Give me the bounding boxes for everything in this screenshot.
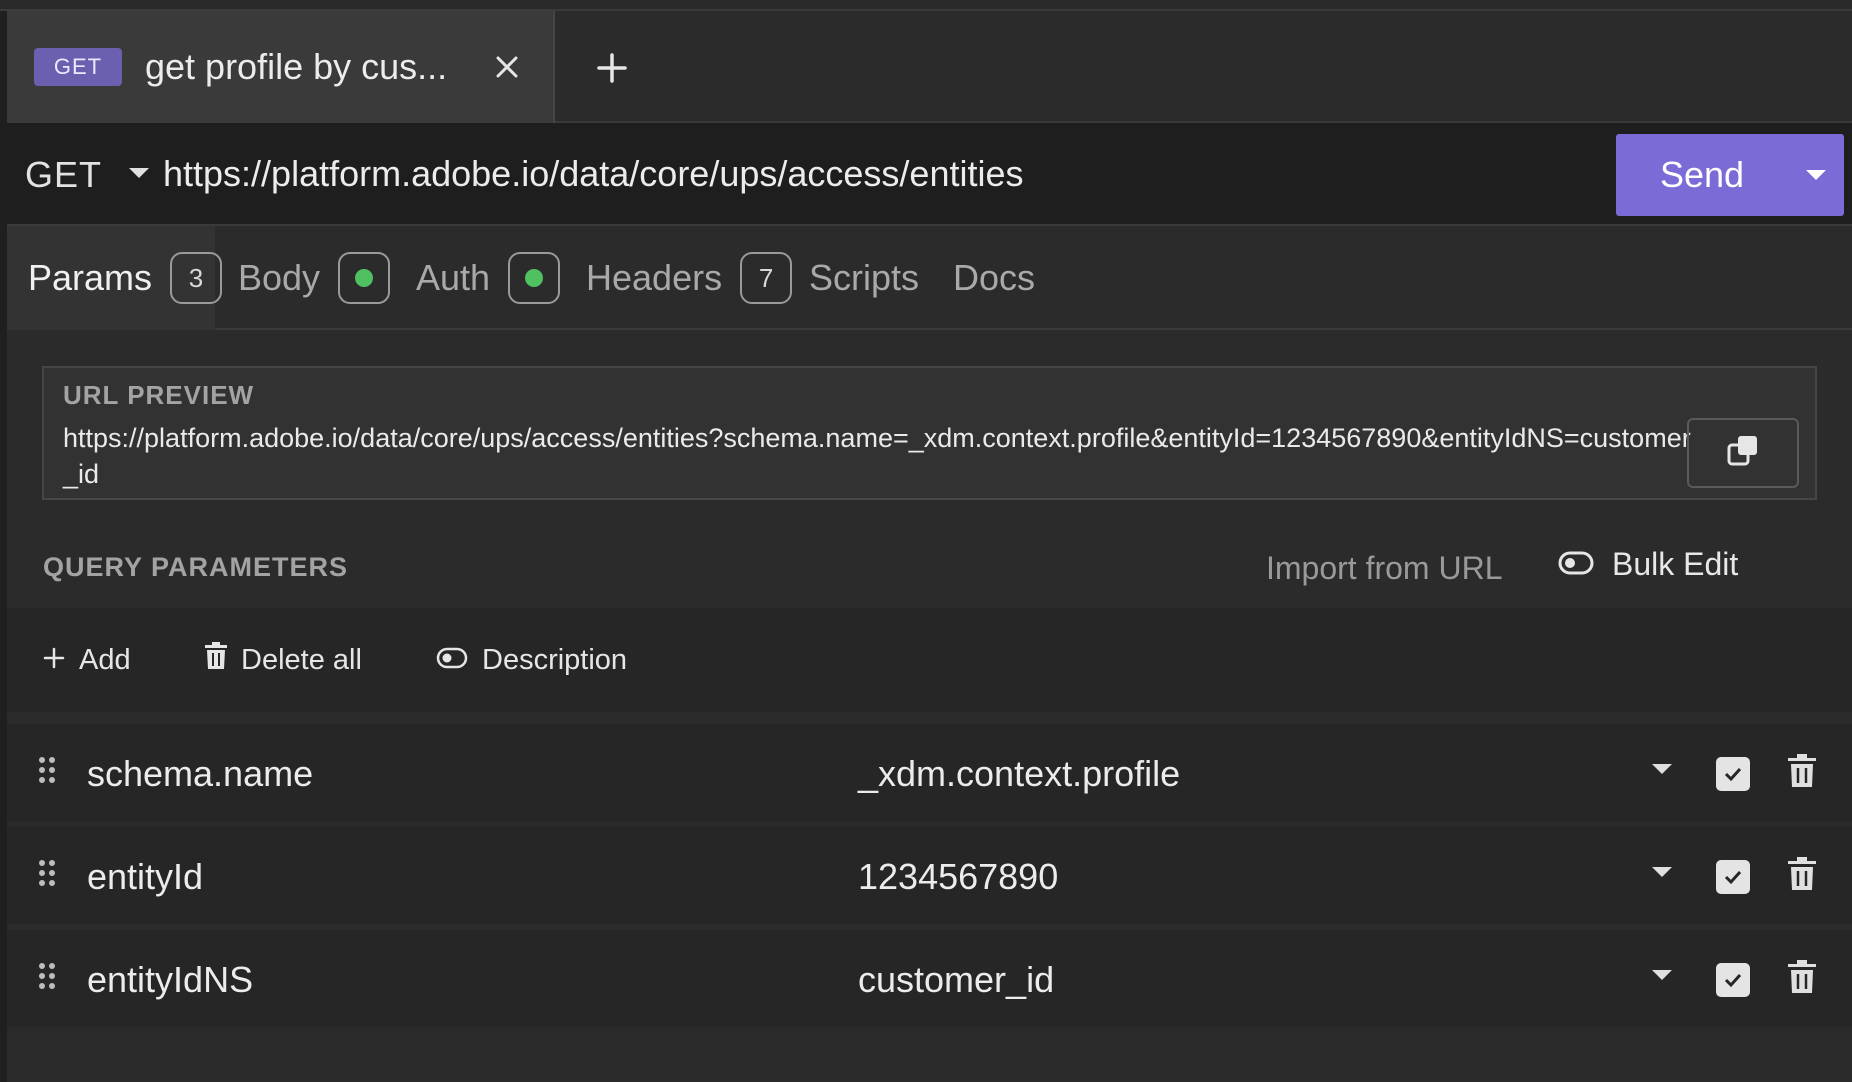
- description-label: Description: [482, 643, 628, 676]
- url-preview-label: URL PREVIEW: [63, 380, 255, 410]
- add-label: Add: [79, 643, 131, 676]
- tab-bar: GET get profile by cus...: [7, 11, 1852, 123]
- param-key-input[interactable]: entityId: [87, 827, 707, 927]
- param-value-input[interactable]: 1234567890: [858, 827, 1598, 927]
- param-key-input[interactable]: entityIdNS: [87, 930, 707, 1030]
- tab-label: Auth: [416, 257, 491, 298]
- caret-down-icon[interactable]: [1651, 865, 1673, 884]
- url-bar: GET Send: [7, 123, 1852, 226]
- caret-down-icon[interactable]: [1651, 762, 1673, 781]
- url-preview-text: https://platform.adobe.io/data/core/ups/…: [63, 423, 1691, 489]
- caret-down-icon: [128, 166, 150, 185]
- headers-count-badge: 7: [740, 252, 793, 304]
- tab-scripts[interactable]: Scripts: [809, 226, 919, 330]
- drag-handle-icon[interactable]: [37, 756, 57, 789]
- tab-label: Scripts: [809, 257, 920, 298]
- param-enabled-checkbox[interactable]: [1716, 860, 1750, 894]
- left-edge: [0, 11, 7, 1082]
- plus-icon: [43, 644, 65, 677]
- drag-handle-icon[interactable]: [37, 859, 57, 892]
- auth-status-badge: [508, 252, 561, 304]
- request-tab[interactable]: GET get profile by cus...: [7, 11, 555, 123]
- window-top-strip: [0, 0, 1852, 11]
- param-row: entityId 1234567890: [7, 824, 1852, 924]
- add-param-button[interactable]: Add: [43, 608, 131, 712]
- tab-label: Headers: [586, 257, 723, 298]
- param-key-input[interactable]: schema.name: [87, 724, 707, 824]
- params-count-badge: 3: [170, 252, 223, 304]
- trash-icon[interactable]: [1788, 960, 1816, 999]
- copy-button[interactable]: [1687, 418, 1799, 488]
- status-dot: [355, 269, 374, 287]
- param-value-input[interactable]: _xdm.context.profile: [858, 724, 1598, 824]
- tab-method-badge: GET: [34, 48, 122, 86]
- tab-label: Docs: [953, 257, 1036, 298]
- trash-icon[interactable]: [1788, 754, 1816, 793]
- caret-down-icon[interactable]: [1788, 134, 1844, 216]
- description-toggle[interactable]: Description: [436, 608, 627, 712]
- caret-down-icon[interactable]: [1651, 968, 1673, 987]
- params-toolbar: Add Delete all Description: [7, 608, 1852, 712]
- param-enabled-checkbox[interactable]: [1716, 757, 1750, 791]
- param-value-input[interactable]: customer_id: [858, 930, 1598, 1030]
- trash-icon: [205, 642, 227, 678]
- status-dot: [525, 269, 544, 287]
- request-tabs: Params 3 Body Auth Headers 7 Scripts Doc…: [7, 226, 1852, 330]
- import-from-url-button[interactable]: Import from URL: [1266, 550, 1502, 587]
- method-select[interactable]: GET: [25, 147, 150, 203]
- close-icon[interactable]: [485, 45, 529, 89]
- url-input[interactable]: [163, 145, 1593, 203]
- tab-label: Body: [238, 257, 321, 298]
- drag-handle-icon[interactable]: [37, 962, 57, 995]
- body-status-badge: [338, 252, 391, 304]
- tab-label: Params: [28, 257, 153, 298]
- plus-icon[interactable]: [587, 43, 637, 93]
- copy-icon: [1726, 434, 1760, 473]
- url-preview: URL PREVIEW https://platform.adobe.io/da…: [42, 366, 1817, 500]
- send-label: Send: [1659, 154, 1745, 195]
- param-row: schema.name _xdm.context.profile: [7, 721, 1852, 821]
- param-row: entityIdNS customer_id: [7, 927, 1852, 1027]
- tab-docs[interactable]: Docs: [953, 226, 1035, 330]
- tab-headers[interactable]: Headers 7: [586, 226, 793, 330]
- tab-body[interactable]: Body: [238, 226, 391, 330]
- tab-auth[interactable]: Auth: [416, 226, 561, 330]
- param-enabled-checkbox[interactable]: [1716, 963, 1750, 997]
- bulk-edit-label: Bulk Edit: [1612, 546, 1739, 582]
- tab-title: get profile by cus...: [145, 46, 448, 87]
- delete-all-label: Delete all: [241, 643, 362, 676]
- query-parameters-heading: QUERY PARAMETERS: [43, 552, 349, 582]
- toggle-icon: [436, 644, 468, 677]
- tab-params[interactable]: Params 3: [7, 226, 223, 330]
- toggle-icon: [1558, 546, 1594, 583]
- panel-footer-space: [7, 1027, 1852, 1082]
- method-value: GET: [25, 154, 103, 195]
- bulk-edit-toggle[interactable]: Bulk Edit: [1558, 546, 1738, 583]
- send-button[interactable]: Send: [1616, 134, 1844, 216]
- trash-icon[interactable]: [1788, 857, 1816, 896]
- delete-all-button[interactable]: Delete all: [205, 608, 362, 712]
